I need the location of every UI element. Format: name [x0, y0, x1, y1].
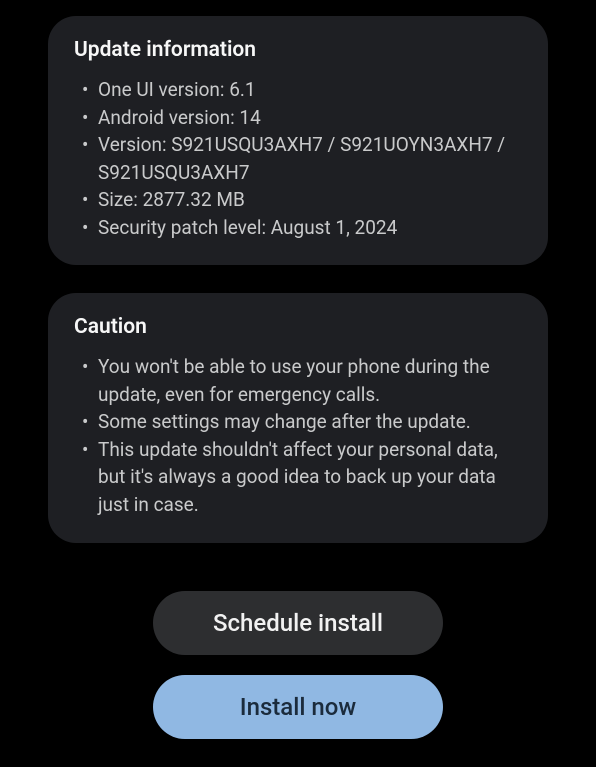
- update-info-item: Security patch level: August 1, 2024: [80, 214, 522, 242]
- update-info-item: Version: S921USQU3AXH7 / S921UOYN3AXH7 /…: [80, 131, 522, 186]
- schedule-install-button[interactable]: Schedule install: [153, 591, 443, 655]
- caution-item: You won't be able to use your phone duri…: [80, 353, 522, 408]
- caution-list: You won't be able to use your phone duri…: [74, 353, 522, 518]
- caution-item: This update shouldn't affect your person…: [80, 436, 522, 519]
- install-now-button[interactable]: Install now: [153, 675, 443, 739]
- caution-card: Caution You won't be able to use your ph…: [48, 293, 548, 542]
- caution-title: Caution: [74, 315, 522, 339]
- caution-item: Some settings may change after the updat…: [80, 408, 522, 436]
- update-information-title: Update information: [74, 38, 522, 62]
- action-buttons: Schedule install Install now: [48, 591, 548, 747]
- update-information-card: Update information One UI version: 6.1 A…: [48, 16, 548, 265]
- update-information-list: One UI version: 6.1 Android version: 14 …: [74, 76, 522, 241]
- update-info-item: One UI version: 6.1: [80, 76, 522, 104]
- update-info-item: Android version: 14: [80, 104, 522, 132]
- update-info-item: Size: 2877.32 MB: [80, 186, 522, 214]
